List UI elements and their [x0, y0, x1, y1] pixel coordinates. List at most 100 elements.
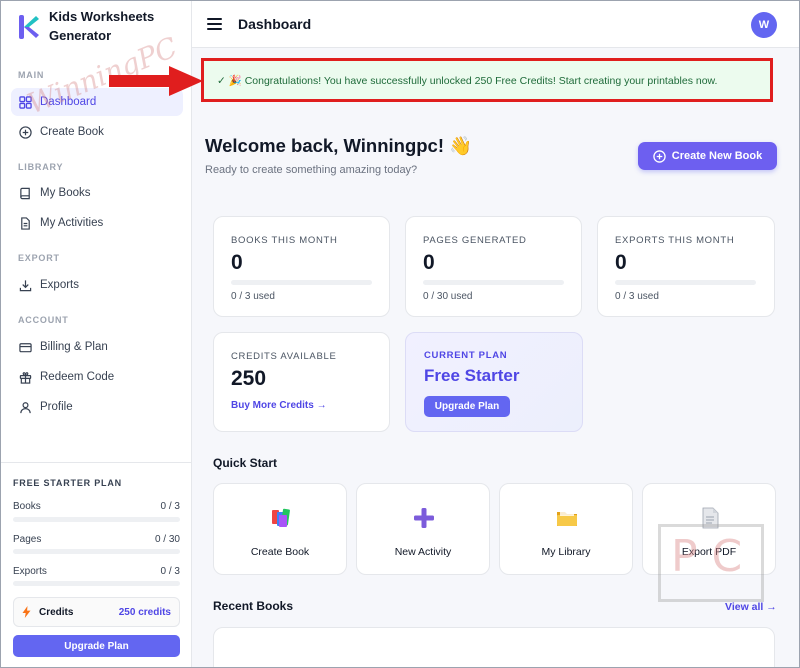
- brand-name: Kids Worksheets Generator: [49, 9, 155, 43]
- sidebar-item-profile[interactable]: Profile: [11, 393, 183, 421]
- topbar: Dashboard W: [192, 1, 799, 48]
- stat-value: 0: [423, 251, 435, 274]
- sidebar-item-label: My Activities: [40, 217, 104, 229]
- stat-value: 0: [615, 251, 627, 274]
- sidebar-item-exports[interactable]: Exports: [11, 271, 183, 299]
- recent-books-list: [213, 627, 775, 667]
- credits-card: CREDITS AVAILABLE 250 Buy More Credits →: [213, 332, 390, 432]
- quick-start-new-activity[interactable]: New Activity: [356, 483, 490, 575]
- usage-value: 0 / 30: [154, 534, 180, 545]
- document-icon: [21, 216, 30, 230]
- sidebar-item-label: Billing & Plan: [40, 341, 108, 353]
- sidebar-item-billing[interactable]: Billing & Plan: [11, 333, 183, 361]
- stat-progress-bar: [615, 280, 756, 285]
- folder-icon: [557, 511, 577, 526]
- create-new-book-label: Create New Book: [671, 150, 763, 162]
- usage-row-pages: Pages 0 / 30: [13, 534, 180, 545]
- stat-card-pages: PAGES GENERATED 0 0 / 30 used: [405, 216, 582, 317]
- quick-start-label: New Activity: [394, 546, 452, 558]
- section-label-export: EXPORT: [18, 253, 60, 263]
- create-new-book-button[interactable]: Create New Book: [638, 142, 777, 170]
- sidebar-upgrade-button[interactable]: Upgrade Plan: [13, 635, 180, 657]
- current-plan-name: Free Starter: [424, 366, 520, 385]
- quick-start-title: Quick Start: [213, 456, 278, 470]
- book-icon: [20, 187, 30, 199]
- sidebar-item-label: My Books: [40, 187, 91, 199]
- sidebar: Kids Worksheets Generator MAIN Dashboard…: [1, 1, 192, 667]
- document-icon: [702, 507, 719, 529]
- quick-start-label: My Library: [541, 546, 591, 558]
- credits-card-value: 250: [231, 367, 267, 390]
- current-plan-label: CURRENT PLAN: [424, 350, 508, 361]
- usage-row-books: Books 0 / 3: [13, 501, 180, 512]
- usage-bar-pages: [13, 549, 180, 554]
- plan-title: FREE STARTER PLAN: [13, 478, 122, 488]
- usage-value: 0 / 3: [160, 566, 180, 577]
- quick-start-create-book[interactable]: Create Book: [213, 483, 347, 575]
- sidebar-item-redeem-code[interactable]: Redeem Code: [11, 363, 183, 391]
- quick-start-export-pdf[interactable]: Export PDF: [642, 483, 776, 575]
- welcome-subtitle: Ready to create something amazing today?: [205, 164, 418, 176]
- stat-card-exports: EXPORTS THIS MONTH 0 0 / 3 used: [597, 216, 775, 317]
- stat-label: BOOKS THIS MONTH: [231, 235, 338, 246]
- usage-label: Pages: [13, 534, 42, 545]
- current-plan-card: CURRENT PLAN Free Starter Upgrade Plan: [405, 332, 583, 432]
- brand-logo-icon: [19, 15, 39, 39]
- quick-start-label: Create Book: [250, 546, 310, 558]
- usage-value: 0 / 3: [160, 501, 180, 512]
- download-icon: [19, 279, 32, 291]
- stat-label: PAGES GENERATED: [423, 235, 527, 246]
- quick-start-label: Export PDF: [681, 546, 737, 558]
- lightning-icon: [22, 606, 31, 618]
- section-label-library: LIBRARY: [18, 162, 64, 172]
- quick-start-my-library[interactable]: My Library: [499, 483, 633, 575]
- section-label-main: MAIN: [18, 70, 45, 80]
- stat-card-books: BOOKS THIS MONTH 0 0 / 3 used: [213, 216, 390, 317]
- section-label-account: ACCOUNT: [18, 315, 69, 325]
- view-all-link[interactable]: View all →: [725, 601, 777, 613]
- buy-more-credits-link[interactable]: Buy More Credits →: [231, 400, 327, 411]
- gift-icon: [19, 371, 32, 384]
- sidebar-item-create-book[interactable]: Create Book: [11, 118, 183, 146]
- sidebar-item-my-activities[interactable]: My Activities: [11, 209, 183, 237]
- stat-progress-bar: [231, 280, 372, 285]
- usage-label: Exports: [13, 566, 47, 577]
- stat-used: 0 / 3 used: [231, 291, 275, 302]
- red-arrow-annotation-icon: [109, 66, 203, 96]
- sidebar-item-label: Exports: [40, 279, 79, 291]
- usage-bar-exports: [13, 581, 180, 586]
- usage-label: Books: [13, 501, 41, 512]
- stat-label: EXPORTS THIS MONTH: [615, 235, 735, 246]
- avatar[interactable]: W: [751, 12, 777, 38]
- upgrade-plan-button[interactable]: Upgrade Plan: [424, 396, 510, 417]
- usage-row-exports: Exports 0 / 3: [13, 566, 180, 577]
- plan-usage-panel: FREE STARTER PLAN Books 0 / 3 Pages 0 / …: [1, 462, 191, 667]
- stat-used: 0 / 30 used: [423, 291, 473, 302]
- banner-text: ✓ 🎉 Congratulations! You have successful…: [217, 74, 718, 87]
- credits-summary: Credits 250 credits: [13, 597, 180, 627]
- recent-books-title: Recent Books: [213, 599, 294, 613]
- credits-card-label: CREDITS AVAILABLE: [231, 351, 337, 362]
- credits-value: 250 credits: [118, 606, 171, 618]
- app-window: Kids Worksheets Generator MAIN Dashboard…: [0, 0, 800, 668]
- plus-circle-icon: [653, 149, 666, 163]
- welcome-title: Welcome back, Winningpc! 👋: [205, 135, 473, 156]
- stat-value: 0: [231, 251, 243, 274]
- sidebar-item-label: Create Book: [40, 126, 104, 138]
- page-title: Dashboard: [238, 16, 312, 32]
- user-icon: [20, 401, 31, 413]
- usage-bar-books: [13, 517, 180, 522]
- stat-progress-bar: [423, 280, 564, 285]
- plus-circle-icon: [19, 125, 32, 139]
- credits-label: Credits: [39, 606, 74, 618]
- books-icon: [272, 508, 290, 527]
- sidebar-item-label: Profile: [40, 401, 73, 413]
- sidebar-item-label: Dashboard: [40, 96, 97, 108]
- sidebar-item-label: Redeem Code: [40, 371, 115, 383]
- success-banner: ✓ 🎉 Congratulations! You have successful…: [201, 58, 773, 102]
- credit-card-icon: [19, 342, 32, 352]
- sidebar-item-my-books[interactable]: My Books: [11, 179, 183, 207]
- brand[interactable]: Kids Worksheets Generator: [17, 7, 179, 45]
- menu-icon[interactable]: [207, 18, 222, 30]
- plus-icon: [414, 508, 434, 528]
